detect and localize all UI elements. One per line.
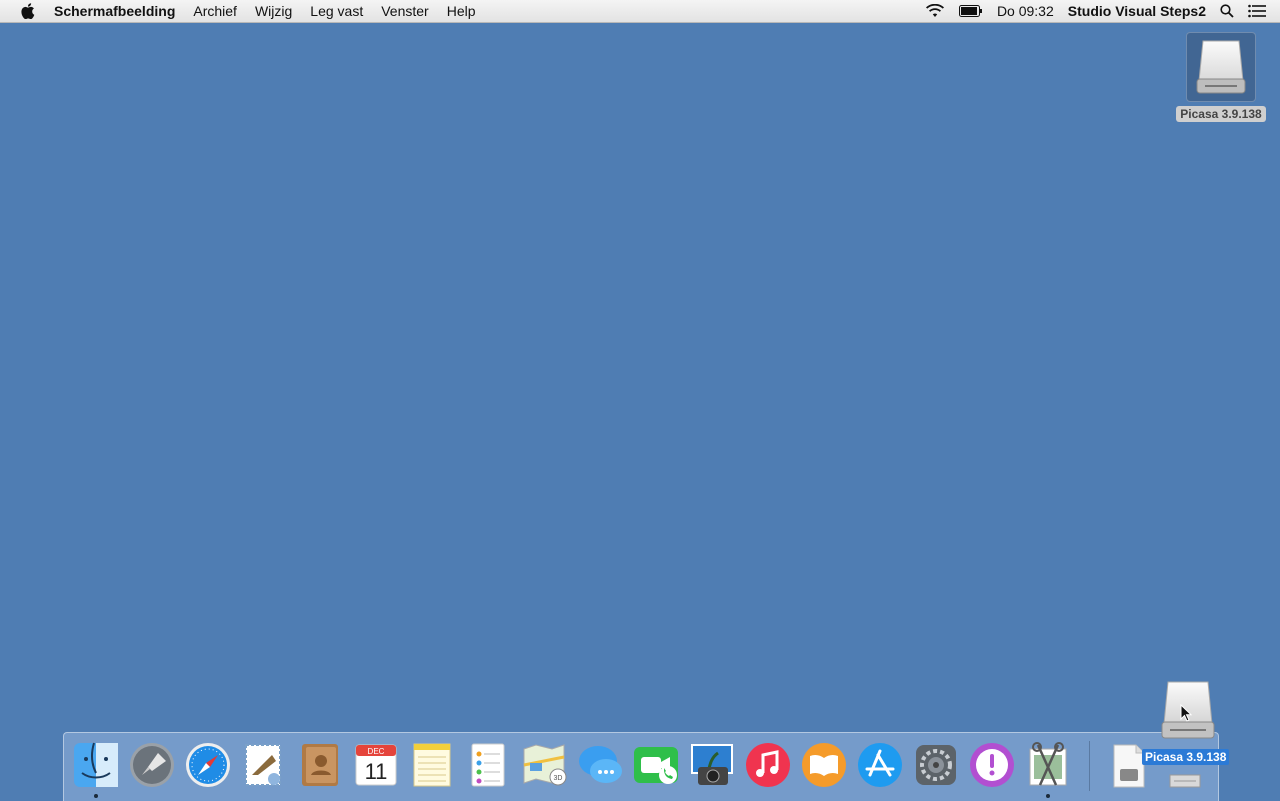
dock-maps[interactable]: 3D — [520, 741, 568, 789]
menu-leg-vast[interactable]: Leg vast — [310, 3, 363, 19]
messages-icon — [579, 746, 622, 783]
feedback-assistant-icon — [970, 743, 1014, 787]
calendar-icon: DEC 11 — [355, 744, 397, 786]
app-store-icon — [858, 743, 902, 787]
menu-wijzig[interactable]: Wijzig — [255, 3, 292, 19]
dock-feedback-assistant[interactable] — [968, 741, 1016, 789]
dock-facetime[interactable] — [632, 741, 680, 789]
apple-icon[interactable] — [13, 3, 43, 19]
maps-icon: 3D — [523, 744, 567, 786]
clock[interactable]: Do 09:32 — [997, 3, 1054, 19]
mail-icon — [245, 744, 281, 786]
dock: DEC 11 3D — [63, 732, 1219, 801]
dragged-drive-label: Picasa 3.9.138 — [1142, 749, 1230, 765]
dock-itunes[interactable] — [744, 741, 792, 789]
active-app-name[interactable]: Schermafbeelding — [54, 3, 175, 19]
screenshot-utility-icon — [1029, 742, 1067, 786]
dock-app-store[interactable] — [856, 741, 904, 789]
dock-system-preferences[interactable] — [912, 741, 960, 789]
desktop-drive-picasa[interactable]: Picasa 3.9.138 — [1174, 32, 1268, 122]
dock-contacts[interactable] — [296, 741, 344, 789]
calendar-month: DEC — [368, 747, 385, 756]
dock-screenshot-utility[interactable] — [1024, 741, 1072, 798]
svg-text:3D: 3D — [554, 775, 563, 782]
dock-messages[interactable] — [576, 741, 624, 789]
contacts-icon — [302, 744, 338, 786]
notification-center-icon[interactable] — [1248, 4, 1266, 18]
dock-calendar[interactable]: DEC 11 — [352, 741, 400, 789]
reminders-icon — [471, 743, 505, 787]
facetime-icon — [634, 747, 678, 784]
system-preferences-icon — [916, 745, 956, 785]
dock-ibooks[interactable] — [800, 741, 848, 789]
dock-mail[interactable] — [240, 741, 288, 789]
notes-icon — [413, 743, 451, 787]
dock-finder[interactable] — [72, 741, 120, 798]
desktop-drive-label[interactable]: Picasa 3.9.138 — [1176, 106, 1266, 122]
menu-bar: Schermafbeelding Archief Wijzig Leg vast… — [0, 0, 1280, 23]
battery-icon[interactable] — [958, 5, 983, 17]
dock-reminders[interactable] — [464, 741, 512, 789]
iphoto-icon — [691, 744, 733, 785]
itunes-icon — [746, 743, 790, 787]
dock-notes[interactable] — [408, 741, 456, 789]
safari-icon — [186, 743, 230, 787]
dock-safari[interactable] — [184, 741, 232, 789]
calendar-day: 11 — [365, 759, 388, 784]
wifi-icon[interactable] — [925, 4, 945, 18]
dock-separator — [1089, 741, 1090, 791]
menu-venster[interactable]: Venster — [381, 3, 428, 19]
launchpad-icon — [130, 743, 174, 787]
finder-icon — [74, 742, 118, 787]
dock-iphoto[interactable] — [688, 741, 736, 789]
spotlight-search-icon[interactable] — [1220, 4, 1234, 18]
running-indicator — [1046, 794, 1050, 798]
ibooks-icon — [802, 743, 846, 787]
menu-help[interactable]: Help — [447, 3, 476, 19]
external-drive-icon[interactable] — [1186, 32, 1256, 102]
dock-launchpad[interactable] — [128, 741, 176, 789]
menu-archief[interactable]: Archief — [193, 3, 237, 19]
running-indicator — [94, 794, 98, 798]
user-name[interactable]: Studio Visual Steps2 — [1068, 3, 1206, 19]
mouse-cursor-icon — [1180, 703, 1193, 727]
